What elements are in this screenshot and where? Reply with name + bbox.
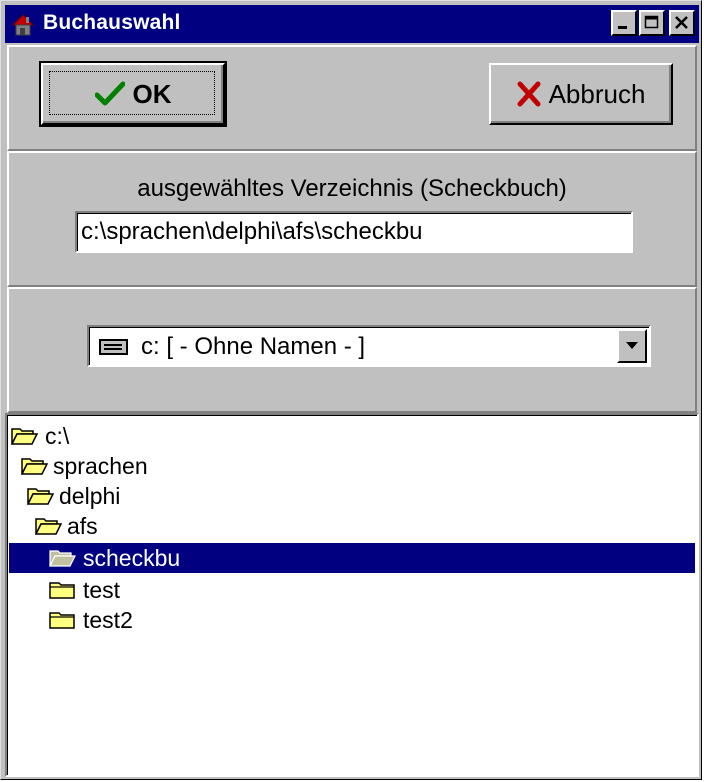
closed-folder-icon xyxy=(49,612,75,629)
ok-label: OK xyxy=(132,78,172,109)
closed-folder-icon xyxy=(49,582,75,599)
open-folder-icon xyxy=(21,458,49,475)
checkmark-icon xyxy=(94,81,125,106)
directory-tree[interactable]: c:\ sprachen delphi afs scheckbu test te… xyxy=(5,413,699,777)
tree-item-label: test2 xyxy=(83,607,133,633)
drive-panel: c: [ - Ohne Namen - ] xyxy=(7,287,697,413)
tree-item[interactable]: test2 xyxy=(9,605,695,635)
chevron-down-icon xyxy=(626,342,638,349)
button-panel: OK Abbruch xyxy=(7,45,697,151)
close-icon xyxy=(675,16,688,29)
open-folder-icon xyxy=(11,428,39,445)
tree-item[interactable]: afs xyxy=(9,511,695,541)
tree-item-label: scheckbu xyxy=(83,545,181,571)
tree-item[interactable]: test xyxy=(9,575,695,605)
drive-select[interactable]: c: [ - Ohne Namen - ] xyxy=(87,325,651,367)
tree-item-label: c:\ xyxy=(45,423,70,449)
house-icon xyxy=(11,14,35,36)
cancel-label: Abbruch xyxy=(548,78,646,109)
hard-drive-icon xyxy=(99,339,128,355)
directory-input[interactable] xyxy=(75,211,633,253)
close-button[interactable] xyxy=(669,10,695,36)
ok-button[interactable]: OK xyxy=(39,61,227,127)
tree-item[interactable]: c:\ xyxy=(9,421,695,451)
dialog-window: Buchauswahl OK Abbruch ausgewähltes Verz… xyxy=(0,0,702,780)
open-folder-icon xyxy=(27,488,55,505)
tree-item-label: sprachen xyxy=(53,453,148,479)
cancel-button[interactable]: Abbruch xyxy=(489,63,673,125)
open-folder-icon xyxy=(35,518,63,535)
tree-item[interactable]: sprachen xyxy=(9,451,695,481)
tree-item-label: afs xyxy=(67,513,98,539)
minimize-icon xyxy=(618,26,627,29)
tree-item-selected[interactable]: scheckbu xyxy=(9,543,695,573)
maximize-button[interactable] xyxy=(639,10,665,36)
x-mark-icon xyxy=(517,81,541,107)
drive-dropdown-button[interactable] xyxy=(617,329,647,363)
tree-item-label: delphi xyxy=(59,483,121,509)
directory-caption: ausgewähltes Verzeichnis (Scheckbuch) xyxy=(137,175,567,202)
drive-selected-value: c: [ - Ohne Namen - ] xyxy=(141,333,366,360)
directory-panel: ausgewähltes Verzeichnis (Scheckbuch) xyxy=(7,151,697,287)
minimize-button[interactable] xyxy=(611,10,637,36)
maximize-icon xyxy=(644,15,659,29)
open-folder-icon xyxy=(49,550,76,567)
tree-item-label: test xyxy=(83,577,121,603)
tree-item[interactable]: delphi xyxy=(9,481,695,511)
window-title: Buchauswahl xyxy=(43,11,181,34)
title-bar[interactable]: Buchauswahl xyxy=(5,5,699,43)
